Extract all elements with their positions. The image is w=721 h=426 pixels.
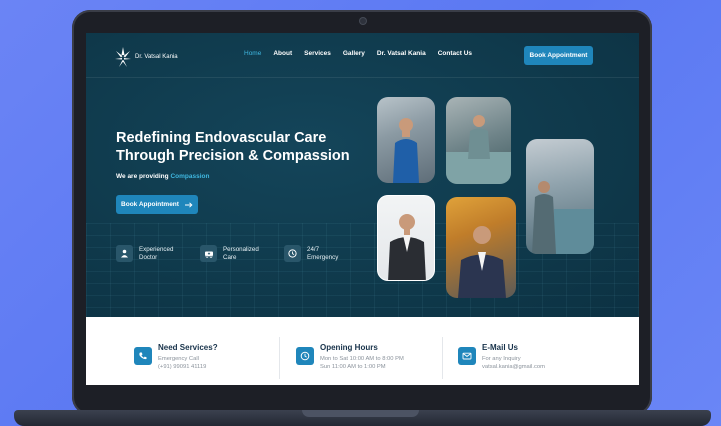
arrow-right-icon bbox=[184, 201, 193, 208]
book-appointment-hero-label: Book Appointment bbox=[121, 201, 179, 208]
info-line: Mon to Sat 10:00 AM to 8:00 PM bbox=[320, 356, 404, 362]
book-appointment-nav-button[interactable]: Book Appointment bbox=[524, 46, 593, 65]
phone-icon bbox=[134, 347, 152, 365]
providing-prefix: We are providing bbox=[116, 173, 169, 180]
hero-subline: We are providing Compassion bbox=[116, 173, 209, 180]
feature-personalized-care: Personalized Care bbox=[200, 245, 264, 262]
info-title: Opening Hours bbox=[320, 343, 378, 352]
info-divider bbox=[279, 337, 280, 379]
brand-logo[interactable]: Dr. Vatsal Kania bbox=[114, 43, 184, 71]
info-line: Sun 11:00 AM to 1:00 PM bbox=[320, 364, 386, 370]
feature-experienced-doctor: Experienced Doctor bbox=[116, 245, 180, 262]
feature-label: Experienced Doctor bbox=[139, 245, 174, 261]
hero-headline: Redefining Endovascular Care Through Pre… bbox=[116, 130, 350, 164]
nav-gallery[interactable]: Gallery bbox=[343, 50, 365, 57]
doctor-photo-4 bbox=[377, 195, 435, 281]
clock-icon bbox=[284, 245, 301, 262]
info-line: Emergency Call bbox=[158, 356, 199, 362]
doctor-photo-5 bbox=[446, 197, 516, 298]
nav-about[interactable]: About bbox=[273, 50, 292, 57]
hero-features: Experienced Doctor Personalized Care 24/… bbox=[116, 245, 348, 262]
doctor-icon bbox=[116, 245, 133, 262]
mail-icon bbox=[458, 347, 476, 365]
email-link[interactable]: vatsal.kania@gmail.com bbox=[482, 363, 545, 371]
emergency-phone[interactable]: (+91) 99091 41119 bbox=[158, 363, 218, 371]
feature-label: Personalized Care bbox=[223, 245, 259, 261]
info-need-services: Need Services? Emergency Call (+91) 9909… bbox=[134, 343, 218, 371]
nav-services[interactable]: Services bbox=[304, 50, 331, 57]
info-divider bbox=[442, 337, 443, 379]
nav-divider bbox=[86, 77, 639, 78]
nav-home[interactable]: Home bbox=[244, 50, 261, 57]
info-email: E-Mail Us For any Inquiry vatsal.kania@g… bbox=[458, 343, 545, 371]
clock-icon bbox=[296, 347, 314, 365]
brand-name: Dr. Vatsal Kania bbox=[135, 53, 178, 60]
doctor-photo-2 bbox=[446, 97, 511, 184]
nav-contact[interactable]: Contact Us bbox=[438, 50, 472, 57]
main-nav: Home About Services Gallery Dr. Vatsal K… bbox=[244, 50, 472, 57]
providing-highlight: Compassion bbox=[170, 173, 210, 180]
laptop-notch bbox=[302, 410, 419, 417]
info-line: For any Inquiry bbox=[482, 356, 521, 362]
info-opening-hours: Opening Hours Mon to Sat 10:00 AM to 8:0… bbox=[296, 343, 404, 371]
info-title: Need Services? bbox=[158, 343, 218, 352]
feature-label: 24/7 Emergency bbox=[307, 245, 339, 261]
feature-emergency: 24/7 Emergency bbox=[284, 245, 348, 262]
hero-section: Dr. Vatsal Kania Home About Services Gal… bbox=[86, 33, 639, 317]
website-screen: Dr. Vatsal Kania Home About Services Gal… bbox=[86, 33, 639, 385]
info-strip: Need Services? Emergency Call (+91) 9909… bbox=[86, 317, 639, 385]
ambulance-icon bbox=[200, 245, 217, 262]
nav-doctor[interactable]: Dr. Vatsal Kania bbox=[377, 50, 426, 57]
logo-leaf-icon bbox=[115, 47, 131, 67]
doctor-photo-3 bbox=[526, 139, 594, 254]
book-appointment-hero-button[interactable]: Book Appointment bbox=[116, 195, 198, 214]
camera bbox=[360, 18, 366, 24]
info-title: E-Mail Us bbox=[482, 343, 519, 352]
doctor-photo-1 bbox=[377, 97, 435, 183]
